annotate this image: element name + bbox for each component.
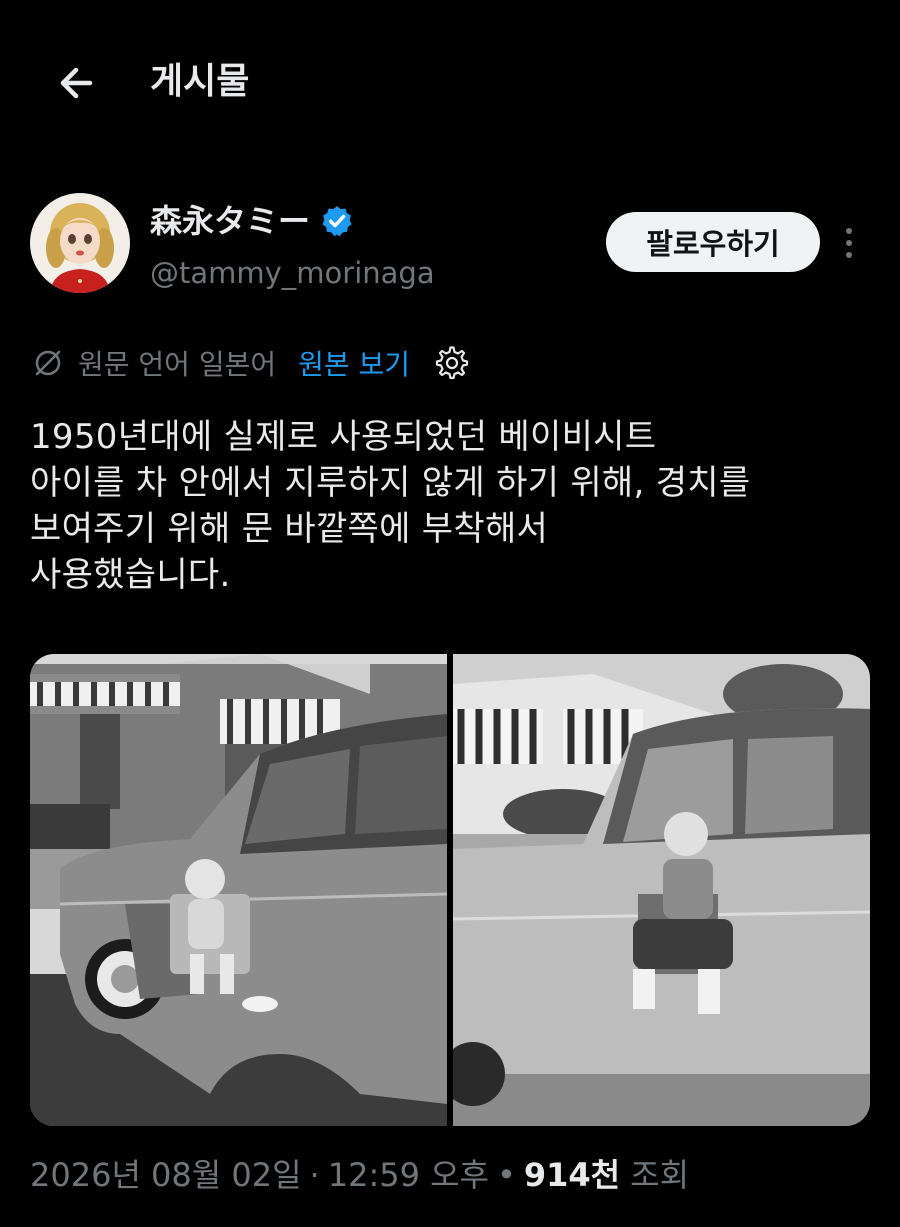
more-options-button[interactable] bbox=[834, 221, 864, 265]
media-grid[interactable] bbox=[30, 654, 870, 1126]
doll-avatar-image bbox=[30, 193, 130, 293]
translation-bar: 원문 언어 일본어 원본 보기 bbox=[30, 340, 470, 386]
post-time: 12:59 오후 bbox=[327, 1156, 489, 1194]
top-bar: 게시물 bbox=[0, 0, 900, 165]
avatar[interactable] bbox=[30, 193, 130, 293]
user-handle[interactable]: @tammy_morinaga bbox=[150, 253, 435, 293]
display-name[interactable]: 森永タミー bbox=[150, 199, 354, 243]
back-button[interactable] bbox=[52, 55, 108, 111]
photo-image bbox=[30, 654, 447, 1126]
page-title: 게시물 bbox=[150, 61, 250, 102]
follow-button[interactable]: 팔로우하기 bbox=[606, 212, 820, 272]
author-row: 森永タミー @tammy_morinaga 팔로우하기 bbox=[0, 185, 900, 305]
gear-icon[interactable] bbox=[434, 345, 470, 381]
photo-car-baby-seat-2[interactable] bbox=[453, 654, 870, 1126]
tweet-text: 1950년대에 실제로 사용되었던 베이비시트 아이를 차 안에서 지루하지 않… bbox=[30, 417, 751, 595]
display-name-text: 森永タミー bbox=[150, 202, 311, 240]
original-language-text: 원문 언어 일본어 bbox=[78, 348, 277, 381]
dot-separator: · bbox=[309, 1156, 320, 1194]
views-count[interactable]: 914천 bbox=[524, 1150, 620, 1200]
more-vertical-icon bbox=[846, 228, 852, 258]
tweet-meta: 2026년 08월 02일 · 12:59 오후 • 914천 조회 bbox=[30, 1150, 689, 1200]
translate-globe-icon bbox=[35, 350, 61, 376]
views-label: 조회 bbox=[630, 1156, 690, 1194]
post-date: 2026년 08월 02일 bbox=[30, 1156, 302, 1194]
dot-separator: • bbox=[497, 1156, 516, 1194]
show-original-link[interactable]: 원본 보기 bbox=[298, 343, 410, 383]
arrow-left-icon bbox=[60, 67, 93, 99]
photo-image bbox=[453, 654, 870, 1126]
verified-badge-icon bbox=[322, 206, 352, 237]
photo-car-baby-seat-1[interactable] bbox=[30, 654, 447, 1126]
